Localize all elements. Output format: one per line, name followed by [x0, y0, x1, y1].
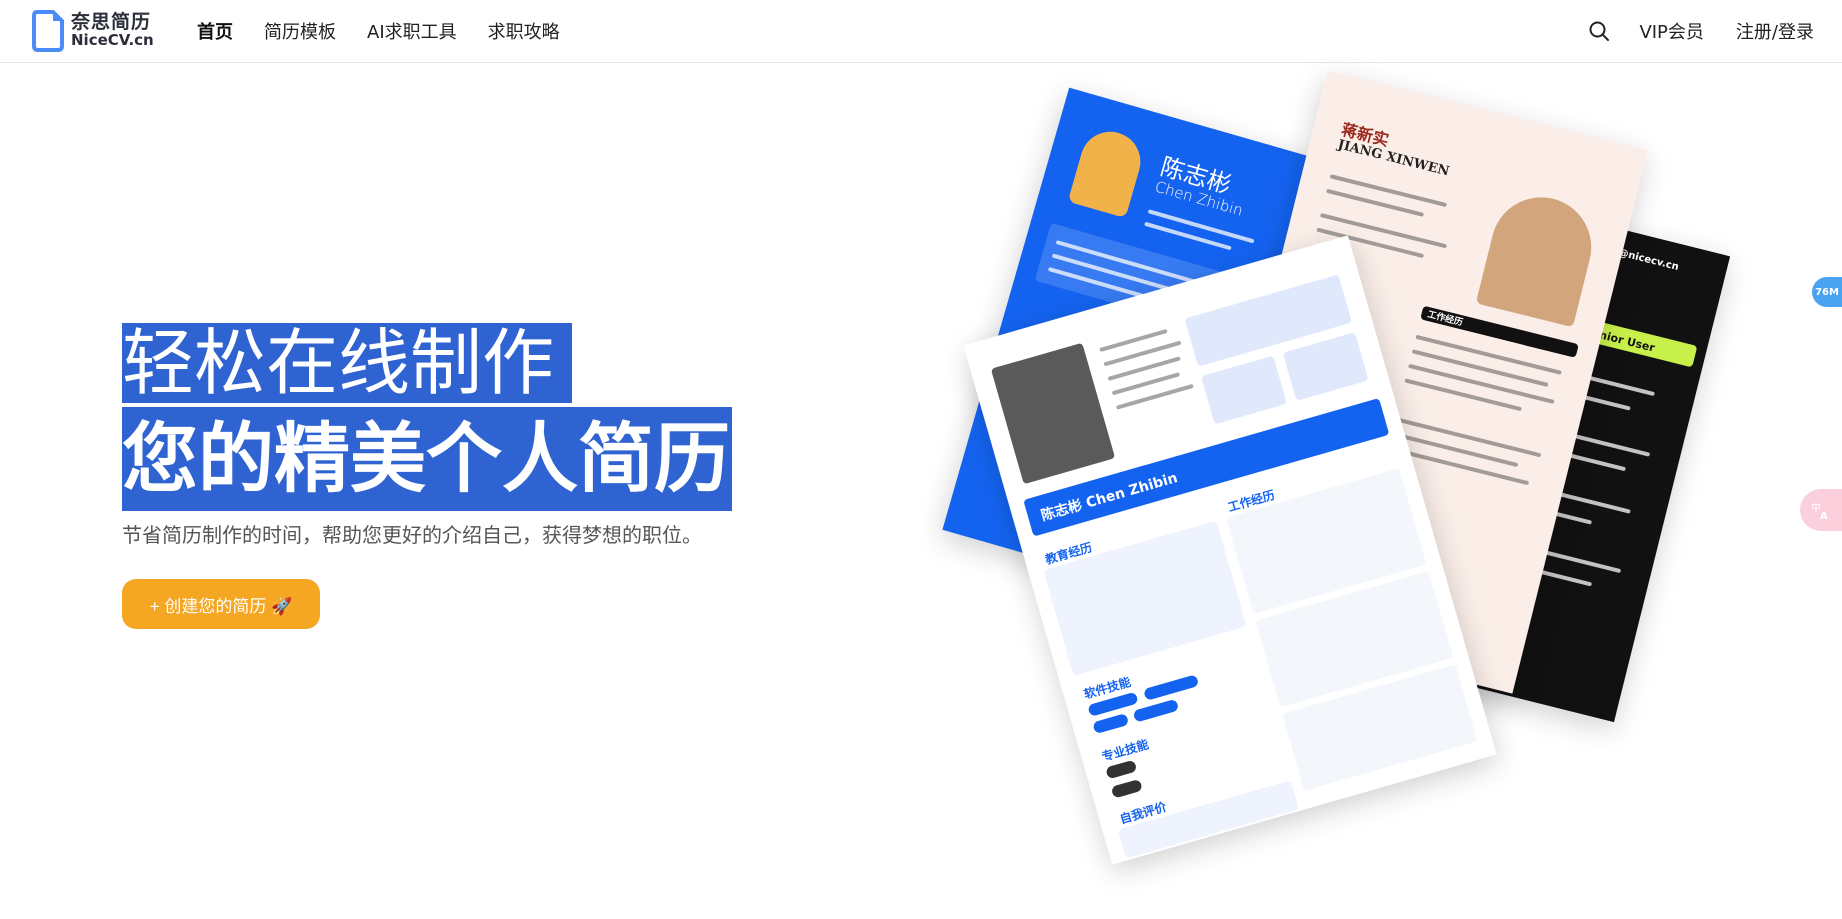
main-section-skills: 专业技能: [1100, 737, 1151, 764]
top-navbar: 奈思简历 NiceCV.cn 首页 简历模板 AI求职工具 求职攻略 VIP会员…: [0, 0, 1842, 63]
svg-text:A: A: [1820, 511, 1828, 521]
logo[interactable]: 奈思简历 NiceCV.cn: [31, 9, 154, 53]
performance-badge: 76M: [1812, 277, 1842, 307]
nav-job-guides[interactable]: 求职攻略: [488, 18, 560, 44]
right-nav: VIP会员 注册/登录: [1588, 0, 1814, 62]
translate-icon: 中 A: [1811, 501, 1828, 521]
logo-text-cn: 奈思简历: [71, 11, 152, 34]
search-icon[interactable]: [1588, 20, 1610, 42]
login-link[interactable]: 注册/登录: [1736, 18, 1814, 44]
hero-section: 轻松在线制作 您的精美个人简历 节省简历制作的时间，帮助您更好的介绍自己，获得梦…: [122, 323, 732, 548]
main-nav: 首页 简历模板 AI求职工具 求职攻略: [197, 0, 560, 62]
create-resume-button[interactable]: + 创建您的简历 🚀: [122, 579, 320, 629]
hero-title-line2: 您的精美个人简历: [122, 407, 732, 511]
nav-home[interactable]: 首页: [197, 18, 233, 44]
logo-icon: [32, 10, 64, 52]
hero-title-line1: 轻松在线制作: [122, 323, 573, 403]
logo-text-en: NiceCV.cn: [71, 31, 154, 50]
nav-resume-templates[interactable]: 简历模板: [264, 18, 336, 44]
hero-subtitle: 节省简历制作的时间，帮助您更好的介绍自己，获得梦想的职位。: [122, 523, 702, 547]
pink-resume-name-en: JIANG XINWEN: [1336, 137, 1451, 180]
nav-ai-tools[interactable]: AI求职工具: [367, 18, 457, 44]
vip-link[interactable]: VIP会员: [1639, 18, 1703, 44]
translate-button[interactable]: 中 A: [1800, 489, 1842, 531]
